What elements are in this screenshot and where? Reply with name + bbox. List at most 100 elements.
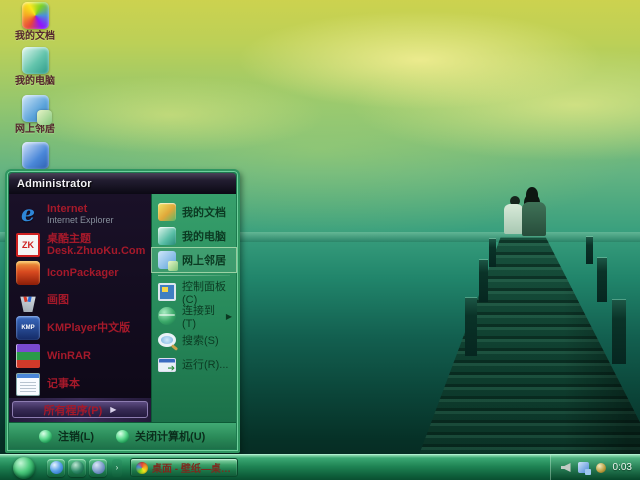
connect-to-icon: [158, 307, 176, 325]
start-menu-item-my-computer[interactable]: 我的电脑: [152, 224, 236, 248]
notepad-icon: [16, 373, 40, 396]
start-menu-footer: 注销(L) 关闭计算机(U): [9, 422, 236, 449]
my-documents-small-icon: [158, 203, 176, 221]
network-places-icon: [22, 95, 49, 122]
all-programs-bar: 所有程序(P) ▶: [9, 398, 151, 422]
menu-separator: [158, 275, 230, 276]
taskbar: › 桌面 - 壁纸—桌酷... 0:03: [0, 454, 640, 480]
item-label: 画图: [47, 294, 69, 306]
wallpaper-couple-body: [522, 202, 546, 236]
item-label: 桌酷主题Desk.ZhuoKu.Com: [47, 233, 147, 257]
wallpaper-couple: [497, 186, 557, 242]
start-menu-item-search[interactable]: 搜索(S): [152, 328, 236, 352]
wallpaper-couple-body: [504, 204, 523, 234]
log-off-button[interactable]: 注销(L): [39, 428, 94, 444]
wallpaper-post: [479, 260, 488, 302]
desktop-icon-label: 网上邻居: [6, 124, 64, 135]
desktop-icon-my-documents[interactable]: 我的文档: [6, 2, 64, 42]
submenu-arrow-icon: ▶: [110, 405, 116, 414]
log-off-label: 注销(L): [58, 428, 94, 444]
wallpaper-post: [489, 239, 496, 267]
user-name: Administrator: [17, 178, 92, 190]
run-icon: [158, 358, 176, 372]
start-menu-item-internet[interactable]: e Internet Internet Explorer: [9, 198, 151, 231]
item-label: 网上邻居: [182, 252, 226, 268]
start-menu-item-network-places[interactable]: 网上邻居: [152, 248, 236, 272]
shut-down-button[interactable]: 关闭计算机(U): [116, 428, 205, 444]
log-off-icon: [39, 430, 52, 443]
my-documents-icon: [22, 2, 49, 29]
submenu-arrow-icon: ▶: [226, 312, 232, 321]
start-menu-item-control-panel[interactable]: 控制面板(C): [152, 280, 236, 304]
kmplayer-icon: KMP: [16, 316, 40, 340]
shut-down-icon: [116, 430, 129, 443]
start-menu-item-notepad[interactable]: 记事本: [9, 370, 151, 398]
task-button-wallpaper-page[interactable]: 桌面 - 壁纸—桌酷...: [130, 458, 238, 477]
network-status-icon[interactable]: [578, 462, 589, 473]
start-menu-pinned-list: e Internet Internet Explorer ZK 桌酷主题Desk…: [9, 194, 151, 422]
control-panel-icon: [158, 283, 176, 301]
item-sublabel: Internet Explorer: [47, 215, 114, 225]
start-menu-item-zhuoku-theme[interactable]: ZK 桌酷主题Desk.ZhuoKu.Com: [9, 231, 151, 259]
iconpackager-icon: [16, 261, 40, 285]
start-menu: Administrator e Internet Internet Explor…: [5, 169, 240, 453]
item-label: 搜索(S): [182, 332, 219, 348]
clock[interactable]: 0:03: [613, 462, 632, 473]
item-label: KMPlayer中文版: [47, 322, 130, 334]
quick-launch-expand-chevron[interactable]: ›: [112, 459, 122, 477]
start-menu-item-paint[interactable]: 画图: [9, 286, 151, 314]
start-menu-item-kmplayer[interactable]: KMP KMPlayer中文版: [9, 314, 151, 342]
internet-explorer-icon: e: [16, 202, 40, 226]
start-menu-places-list: 我的文档 我的电脑 网上邻居 控制面板(C) 连接到(T) ▶: [151, 194, 236, 422]
start-menu-item-iconpackager[interactable]: IconPackager: [9, 259, 151, 287]
wallpaper-post: [612, 300, 626, 364]
tray-app-icon[interactable]: [596, 463, 606, 473]
start-menu-item-winrar[interactable]: WinRAR: [9, 342, 151, 370]
paint-icon: [16, 288, 40, 312]
search-icon: [158, 333, 176, 347]
wallpaper-post: [586, 237, 593, 264]
desktop-icon-label: 我的电脑: [6, 76, 64, 87]
all-programs-label: 所有程序(P): [44, 402, 103, 418]
shut-down-label: 关闭计算机(U): [135, 428, 205, 444]
start-menu-user-banner: Administrator: [9, 173, 236, 194]
blue-folder-icon: [22, 142, 49, 169]
start-menu-body: e Internet Internet Explorer ZK 桌酷主题Desk…: [9, 194, 236, 422]
start-menu-item-run[interactable]: 运行(R)...: [152, 352, 236, 376]
zhuoku-icon: ZK: [16, 233, 40, 257]
all-programs-button[interactable]: 所有程序(P) ▶: [12, 401, 148, 418]
item-label: 我的文档: [182, 204, 226, 220]
my-computer-small-icon: [158, 227, 176, 245]
desktop-icon-my-computer[interactable]: 我的电脑: [6, 47, 64, 87]
item-label: 连接到(T): [182, 302, 220, 330]
internet-explorer-icon: [50, 461, 63, 474]
start-menu-item-connect-to[interactable]: 连接到(T) ▶: [152, 304, 236, 328]
item-label: IconPackager: [47, 267, 119, 279]
quick-launch-bar: ›: [47, 459, 122, 477]
desktop-icon-label: 我的文档: [6, 31, 64, 42]
wallpaper-post: [597, 258, 607, 302]
desktop-icon-network-places[interactable]: 网上邻居: [6, 95, 64, 135]
browser-page-icon: [136, 462, 148, 474]
item-label: WinRAR: [47, 350, 91, 362]
quick-launch-messenger-button[interactable]: [89, 459, 107, 477]
volume-icon[interactable]: [561, 463, 571, 472]
quick-launch-globe-button[interactable]: [68, 459, 86, 477]
system-tray: 0:03: [550, 455, 640, 480]
item-label: Internet: [47, 203, 114, 215]
desktop-icon-4[interactable]: [6, 142, 64, 171]
wallpaper-couple-head: [526, 187, 538, 202]
winrar-icon: [16, 344, 40, 368]
wallpaper-post: [465, 298, 477, 356]
quick-launch-ie-button[interactable]: [47, 459, 65, 477]
item-label: 记事本: [47, 378, 80, 390]
item-label: 运行(R)...: [182, 356, 228, 372]
my-computer-icon: [22, 47, 49, 74]
start-button[interactable]: [13, 457, 35, 479]
globe-icon: [71, 461, 84, 474]
start-menu-item-my-documents[interactable]: 我的文档: [152, 200, 236, 224]
item-label: 我的电脑: [182, 228, 226, 244]
messenger-icon: [92, 461, 105, 474]
network-places-small-icon: [158, 251, 176, 269]
task-button-label: 桌面 - 壁纸—桌酷...: [152, 460, 232, 475]
